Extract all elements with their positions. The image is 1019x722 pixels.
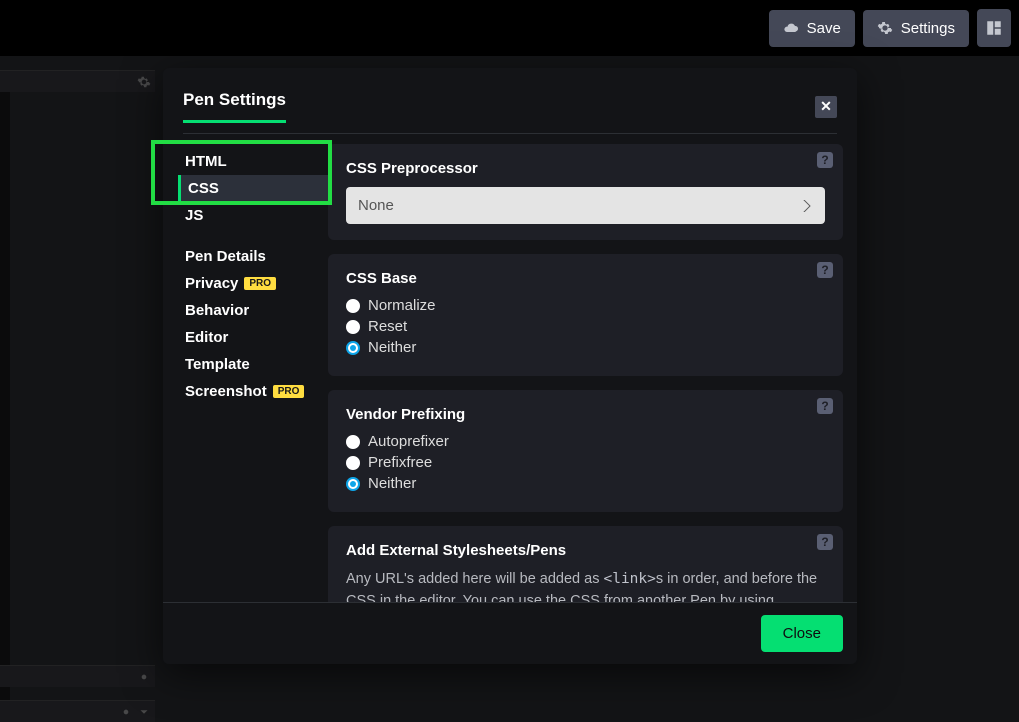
pro-badge: PRO: [244, 277, 276, 290]
settings-panels: ? CSS Preprocessor None ? CSS Base Norma…: [328, 134, 857, 602]
settings-nav: HTML CSS JS Pen Details Privacy PRO Beha…: [163, 134, 328, 602]
close-icon[interactable]: ✕: [815, 96, 837, 118]
settings-label: Settings: [901, 20, 955, 37]
pro-badge: PRO: [273, 385, 305, 398]
cloud-icon: [783, 20, 799, 36]
desc-code: <link>: [603, 571, 655, 587]
panel-css-base: ? CSS Base Normalize Reset Neither: [328, 254, 843, 376]
radio-label: Reset: [368, 318, 407, 335]
layout-icon: [985, 19, 1003, 37]
panel-external-stylesheets: ? Add External Stylesheets/Pens Any URL'…: [328, 526, 843, 602]
radio-autoprefixer[interactable]: Autoprefixer: [346, 433, 825, 450]
radio-icon: [346, 341, 360, 355]
modal-body: HTML CSS JS Pen Details Privacy PRO Beha…: [163, 134, 857, 602]
radio-icon: [346, 435, 360, 449]
top-toolbar: Save Settings: [0, 0, 1019, 56]
modal-header: Pen Settings ✕: [163, 68, 857, 133]
panel-heading: CSS Preprocessor: [346, 160, 825, 177]
nav-screenshot-label: Screenshot: [185, 383, 267, 400]
radio-icon: [346, 456, 360, 470]
nav-css[interactable]: CSS: [178, 175, 328, 202]
save-label: Save: [807, 20, 841, 37]
save-button[interactable]: Save: [769, 10, 855, 47]
select-value: None: [358, 197, 394, 214]
help-icon[interactable]: ?: [817, 152, 833, 168]
radio-neither[interactable]: Neither: [346, 339, 825, 356]
radio-icon: [346, 299, 360, 313]
settings-button[interactable]: Settings: [863, 10, 969, 47]
desc-text-before: Any URL's added here will be added as: [346, 571, 603, 587]
panel-heading: Add External Stylesheets/Pens: [346, 542, 825, 559]
radio-label: Prefixfree: [368, 454, 432, 471]
radio-neither[interactable]: Neither: [346, 475, 825, 492]
radio-normalize[interactable]: Normalize: [346, 297, 825, 314]
nav-behavior[interactable]: Behavior: [181, 297, 328, 324]
nav-html[interactable]: HTML: [181, 148, 328, 175]
nav-pen-details[interactable]: Pen Details: [181, 243, 328, 270]
panel-vendor-prefixing: ? Vendor Prefixing Autoprefixer Prefixfr…: [328, 390, 843, 512]
radio-label: Neither: [368, 339, 416, 356]
layout-button[interactable]: [977, 9, 1011, 47]
pen-settings-modal: Pen Settings ✕ HTML CSS JS Pen Details P…: [163, 68, 857, 664]
nav-js[interactable]: JS: [181, 202, 328, 229]
panel-css-preprocessor: ? CSS Preprocessor None: [328, 144, 843, 240]
radio-icon: [346, 320, 360, 334]
panel-heading: CSS Base: [346, 270, 825, 287]
nav-editor[interactable]: Editor: [181, 324, 328, 351]
nav-privacy-label: Privacy: [185, 275, 238, 292]
panel-description: Any URL's added here will be added as <l…: [346, 569, 825, 602]
radio-label: Autoprefixer: [368, 433, 449, 450]
nav-template[interactable]: Template: [181, 351, 328, 378]
preprocessor-select[interactable]: None: [346, 187, 825, 224]
nav-screenshot[interactable]: Screenshot PRO: [181, 378, 328, 405]
nav-privacy[interactable]: Privacy PRO: [181, 270, 328, 297]
radio-label: Neither: [368, 475, 416, 492]
close-button[interactable]: Close: [761, 615, 843, 652]
radio-reset[interactable]: Reset: [346, 318, 825, 335]
panel-heading: Vendor Prefixing: [346, 406, 825, 423]
help-icon[interactable]: ?: [817, 534, 833, 550]
radio-icon: [346, 477, 360, 491]
gear-icon: [877, 20, 893, 36]
radio-prefixfree[interactable]: Prefixfree: [346, 454, 825, 471]
modal-title: Pen Settings: [183, 90, 286, 123]
help-icon[interactable]: ?: [817, 398, 833, 414]
radio-label: Normalize: [368, 297, 436, 314]
help-icon[interactable]: ?: [817, 262, 833, 278]
modal-footer: Close: [163, 602, 857, 664]
